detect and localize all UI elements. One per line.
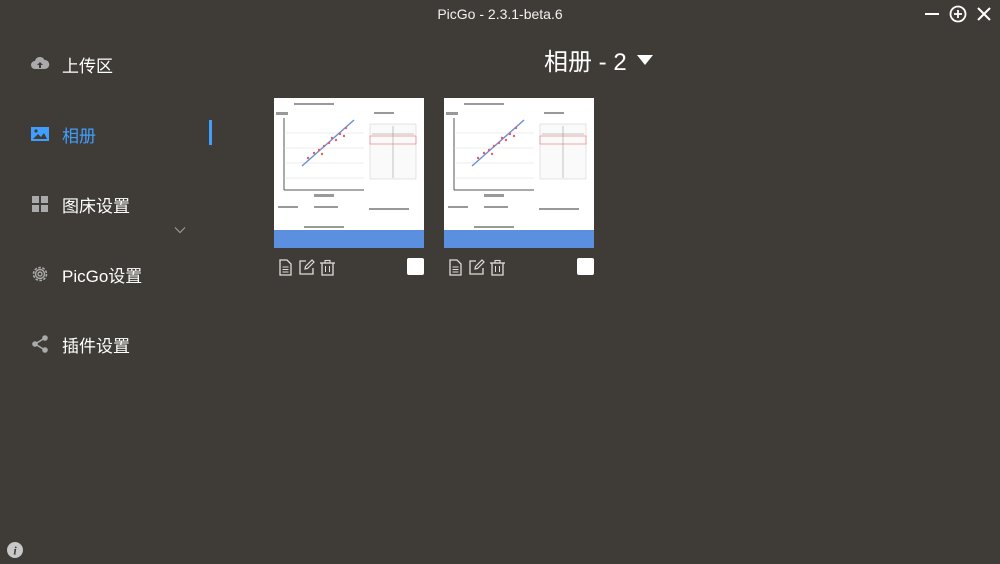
sidebar-item-label: 图床设置 xyxy=(62,196,130,216)
chart-thumbnail-icon xyxy=(274,98,424,248)
sidebar-item-label: 上传区 xyxy=(62,56,113,76)
sidebar-item-label: 相册 xyxy=(62,126,96,146)
select-checkbox[interactable] xyxy=(577,258,594,275)
image-card xyxy=(274,98,424,276)
cloud-upload-icon xyxy=(30,54,50,74)
caret-down-icon xyxy=(636,54,653,65)
chevron-down-icon[interactable] xyxy=(174,224,186,236)
trash-icon xyxy=(320,259,335,276)
copy-link-button[interactable] xyxy=(446,258,465,277)
edit-button[interactable] xyxy=(297,258,316,277)
minimize-icon xyxy=(925,13,939,15)
sidebar-item-album[interactable]: 相册 xyxy=(30,119,220,149)
close-icon xyxy=(977,7,991,21)
edit-icon xyxy=(469,259,485,275)
sidebar-item-picgo-settings[interactable]: PicGo设置 xyxy=(30,259,220,289)
image-thumbnail[interactable] xyxy=(444,98,594,248)
album-selector[interactable]: 相册 - 2 xyxy=(544,42,653,77)
gear-icon xyxy=(30,264,50,284)
info-icon[interactable]: i xyxy=(6,541,24,559)
active-indicator xyxy=(209,120,212,145)
delete-button[interactable] xyxy=(318,258,337,277)
edit-icon xyxy=(299,259,315,275)
close-button[interactable] xyxy=(974,4,994,24)
trash-icon xyxy=(490,259,505,276)
sidebar-item-label: PicGo设置 xyxy=(62,266,143,286)
edit-button[interactable] xyxy=(467,258,486,277)
delete-button[interactable] xyxy=(488,258,507,277)
window-controls xyxy=(922,4,994,24)
maximize-button[interactable] xyxy=(948,4,968,24)
window-title: PicGo - 2.3.1-beta.6 xyxy=(437,6,563,22)
title-bar: PicGo - 2.3.1-beta.6 xyxy=(0,0,1000,28)
copy-link-button[interactable] xyxy=(276,258,295,277)
image-thumbnail[interactable] xyxy=(274,98,424,248)
document-icon xyxy=(449,259,462,276)
document-icon xyxy=(279,259,292,276)
minimize-button[interactable] xyxy=(922,4,942,24)
sidebar-item-plugin-settings[interactable]: 插件设置 xyxy=(30,329,220,359)
sidebar: 上传区 相册 图床设置 PicGo设置 插件设置 xyxy=(0,28,230,564)
sidebar-item-label: 插件设置 xyxy=(62,336,130,356)
sidebar-item-picbed-settings[interactable]: 图床设置 xyxy=(30,189,220,219)
plus-circle-icon xyxy=(949,5,967,23)
share-icon xyxy=(30,334,50,354)
album-title: 相册 - 2 xyxy=(544,49,627,76)
select-checkbox[interactable] xyxy=(407,258,424,275)
card-actions xyxy=(276,258,337,277)
image-icon xyxy=(30,124,50,144)
chart-thumbnail-icon xyxy=(444,98,594,248)
card-actions xyxy=(446,258,507,277)
grid-icon xyxy=(30,194,50,214)
image-card xyxy=(444,98,594,276)
sidebar-item-upload[interactable]: 上传区 xyxy=(30,49,220,79)
